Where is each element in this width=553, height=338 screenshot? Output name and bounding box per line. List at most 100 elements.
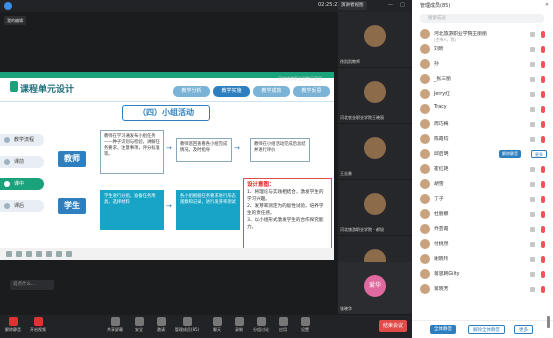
mic-icon[interactable] (541, 211, 545, 218)
member-row[interactable]: Tracy (412, 102, 553, 117)
manage-members-button[interactable]: 管理成员(85) (170, 317, 204, 333)
avatar (420, 89, 430, 99)
member-row[interactable]: 崔红艳 (412, 162, 553, 177)
info-icon[interactable] (4, 2, 12, 10)
mic-icon[interactable] (541, 106, 545, 113)
chat-button[interactable]: 聊天 (206, 317, 228, 333)
slide-tab: 教学分析 (173, 86, 210, 97)
camera-icon[interactable] (530, 92, 535, 97)
member-row[interactable]: 蒋晓芳 (412, 282, 553, 297)
camera-icon[interactable] (530, 167, 535, 172)
avatar (420, 74, 430, 84)
prev-icon[interactable] (46, 251, 52, 257)
unmute-button[interactable]: 解除静音 (2, 317, 24, 333)
mic-icon[interactable] (541, 46, 545, 53)
tool-label: 设置 (301, 327, 309, 332)
member-row[interactable]: 周巧梅 (412, 117, 553, 132)
mic-icon[interactable] (541, 181, 545, 188)
next-icon[interactable] (56, 251, 62, 257)
mic-icon[interactable] (541, 196, 545, 203)
shared-slide: 课程单元设计 教学分析 教学实施 教学成效 教学反思 （四）小组活动 教学流程 … (0, 72, 334, 260)
mic-icon[interactable] (541, 76, 545, 83)
mic-icon[interactable] (541, 121, 545, 128)
camera-icon[interactable] (530, 182, 535, 187)
camera-icon[interactable] (530, 272, 535, 277)
camera-icon[interactable] (530, 122, 535, 127)
member-row[interactable]: 河北旅游职业学院王丽丽 (主持人，我) (412, 27, 553, 42)
pointer-icon[interactable] (26, 251, 32, 257)
member-row[interactable]: 胡雪 (412, 177, 553, 192)
mic-icon[interactable] (541, 241, 545, 248)
more-icon[interactable] (66, 251, 72, 257)
video-tile[interactable]: 爱华 张晓华 (338, 262, 412, 314)
member-row[interactable]: 陈霞钧 (412, 132, 553, 147)
member-row[interactable]: 丁子 (412, 192, 553, 207)
mic-icon[interactable] (541, 256, 545, 263)
pen-icon[interactable] (6, 251, 12, 257)
mic-icon[interactable] (541, 166, 545, 173)
camera-icon[interactable] (530, 212, 535, 217)
camera-icon[interactable] (530, 32, 535, 37)
member-row-hover[interactable]: 邱启明 解除静音 更多 (412, 147, 553, 162)
record-button[interactable]: 录制 (228, 317, 250, 333)
camera-icon[interactable] (530, 257, 535, 262)
close-icon[interactable]: ✕ (545, 2, 549, 8)
member-list: 河北旅游职业学院王丽丽 (主持人，我) 刘昕 孙 _张三丽 Jerry红 Trac… (412, 27, 553, 297)
mic-icon[interactable] (541, 286, 545, 293)
member-row[interactable]: Jerry红 (412, 87, 553, 102)
mute-all-button[interactable]: 全体静音 (430, 325, 456, 334)
member-row[interactable]: 孙 (412, 57, 553, 72)
speaker-view-button[interactable]: 演讲者视图 (338, 1, 367, 10)
camera-icon[interactable] (530, 137, 535, 142)
maximize-icon[interactable]: □ (400, 2, 405, 8)
eraser-icon[interactable] (16, 251, 22, 257)
mic-icon[interactable] (541, 61, 545, 68)
mic-icon[interactable] (541, 136, 545, 143)
camera-icon[interactable] (530, 47, 535, 52)
more-button[interactable]: 更多 (514, 325, 533, 334)
member-row[interactable]: 蒋思韩Gilty (412, 267, 553, 282)
invite-button[interactable]: 邀请 (150, 317, 172, 333)
avatar (420, 179, 430, 189)
member-search-input[interactable]: 搜索成员 (420, 14, 544, 23)
settings-button[interactable]: 设置 (294, 317, 316, 333)
member-row[interactable]: 付桃然 (412, 237, 553, 252)
grid-icon[interactable] (36, 251, 42, 257)
camera-icon[interactable] (530, 287, 535, 292)
mic-icon[interactable] (541, 226, 545, 233)
video-tile[interactable]: 河北旅游职业学院 · 郝旭 (338, 180, 412, 235)
end-meeting-button[interactable]: 结束会议 (379, 320, 407, 332)
nav-label: 教学流程 (14, 137, 35, 143)
camera-icon[interactable] (530, 107, 535, 112)
camera-icon[interactable] (530, 197, 535, 202)
member-row[interactable]: _张三丽 (412, 72, 553, 87)
member-row[interactable]: 乔芸霞 (412, 222, 553, 237)
unmute-all-button[interactable]: 解除全体静音 (468, 325, 505, 334)
member-unmute-button[interactable]: 解除静音 (499, 150, 521, 158)
video-tile[interactable]: 徐凯凯教师 (338, 12, 412, 67)
arrow-icon: → (166, 144, 172, 152)
video-tile[interactable]: 王志勇 (338, 124, 412, 179)
camera-icon[interactable] (530, 242, 535, 247)
scrollbar[interactable] (547, 316, 550, 328)
share-screen-button[interactable]: 共享屏幕 (104, 317, 126, 333)
member-more-button[interactable]: 更多 (531, 150, 547, 158)
tool-label: 解除静音 (5, 327, 21, 332)
breakout-button[interactable]: 分组讨论 (250, 317, 272, 333)
mic-icon[interactable] (541, 91, 545, 98)
mic-icon[interactable] (541, 271, 545, 278)
minimize-icon[interactable]: — (388, 2, 393, 8)
apps-button[interactable]: 应用 (272, 317, 294, 333)
start-video-button[interactable]: 开启视频 (27, 317, 49, 333)
slide-title: 课程单元设计 (20, 85, 75, 95)
member-row[interactable]: 谢晓玲 (412, 252, 553, 267)
chat-input[interactable]: 说点什么... (10, 280, 54, 290)
camera-icon[interactable] (530, 227, 535, 232)
mic-icon[interactable] (541, 31, 545, 38)
security-button[interactable]: 安全 (128, 317, 150, 333)
member-row[interactable]: 杜丽娜 (412, 207, 553, 222)
video-tile[interactable]: 河北农业职业学院王晓丽 (338, 68, 412, 123)
camera-icon[interactable] (530, 62, 535, 67)
member-row[interactable]: 刘昕 (412, 42, 553, 57)
camera-icon[interactable] (530, 77, 535, 82)
